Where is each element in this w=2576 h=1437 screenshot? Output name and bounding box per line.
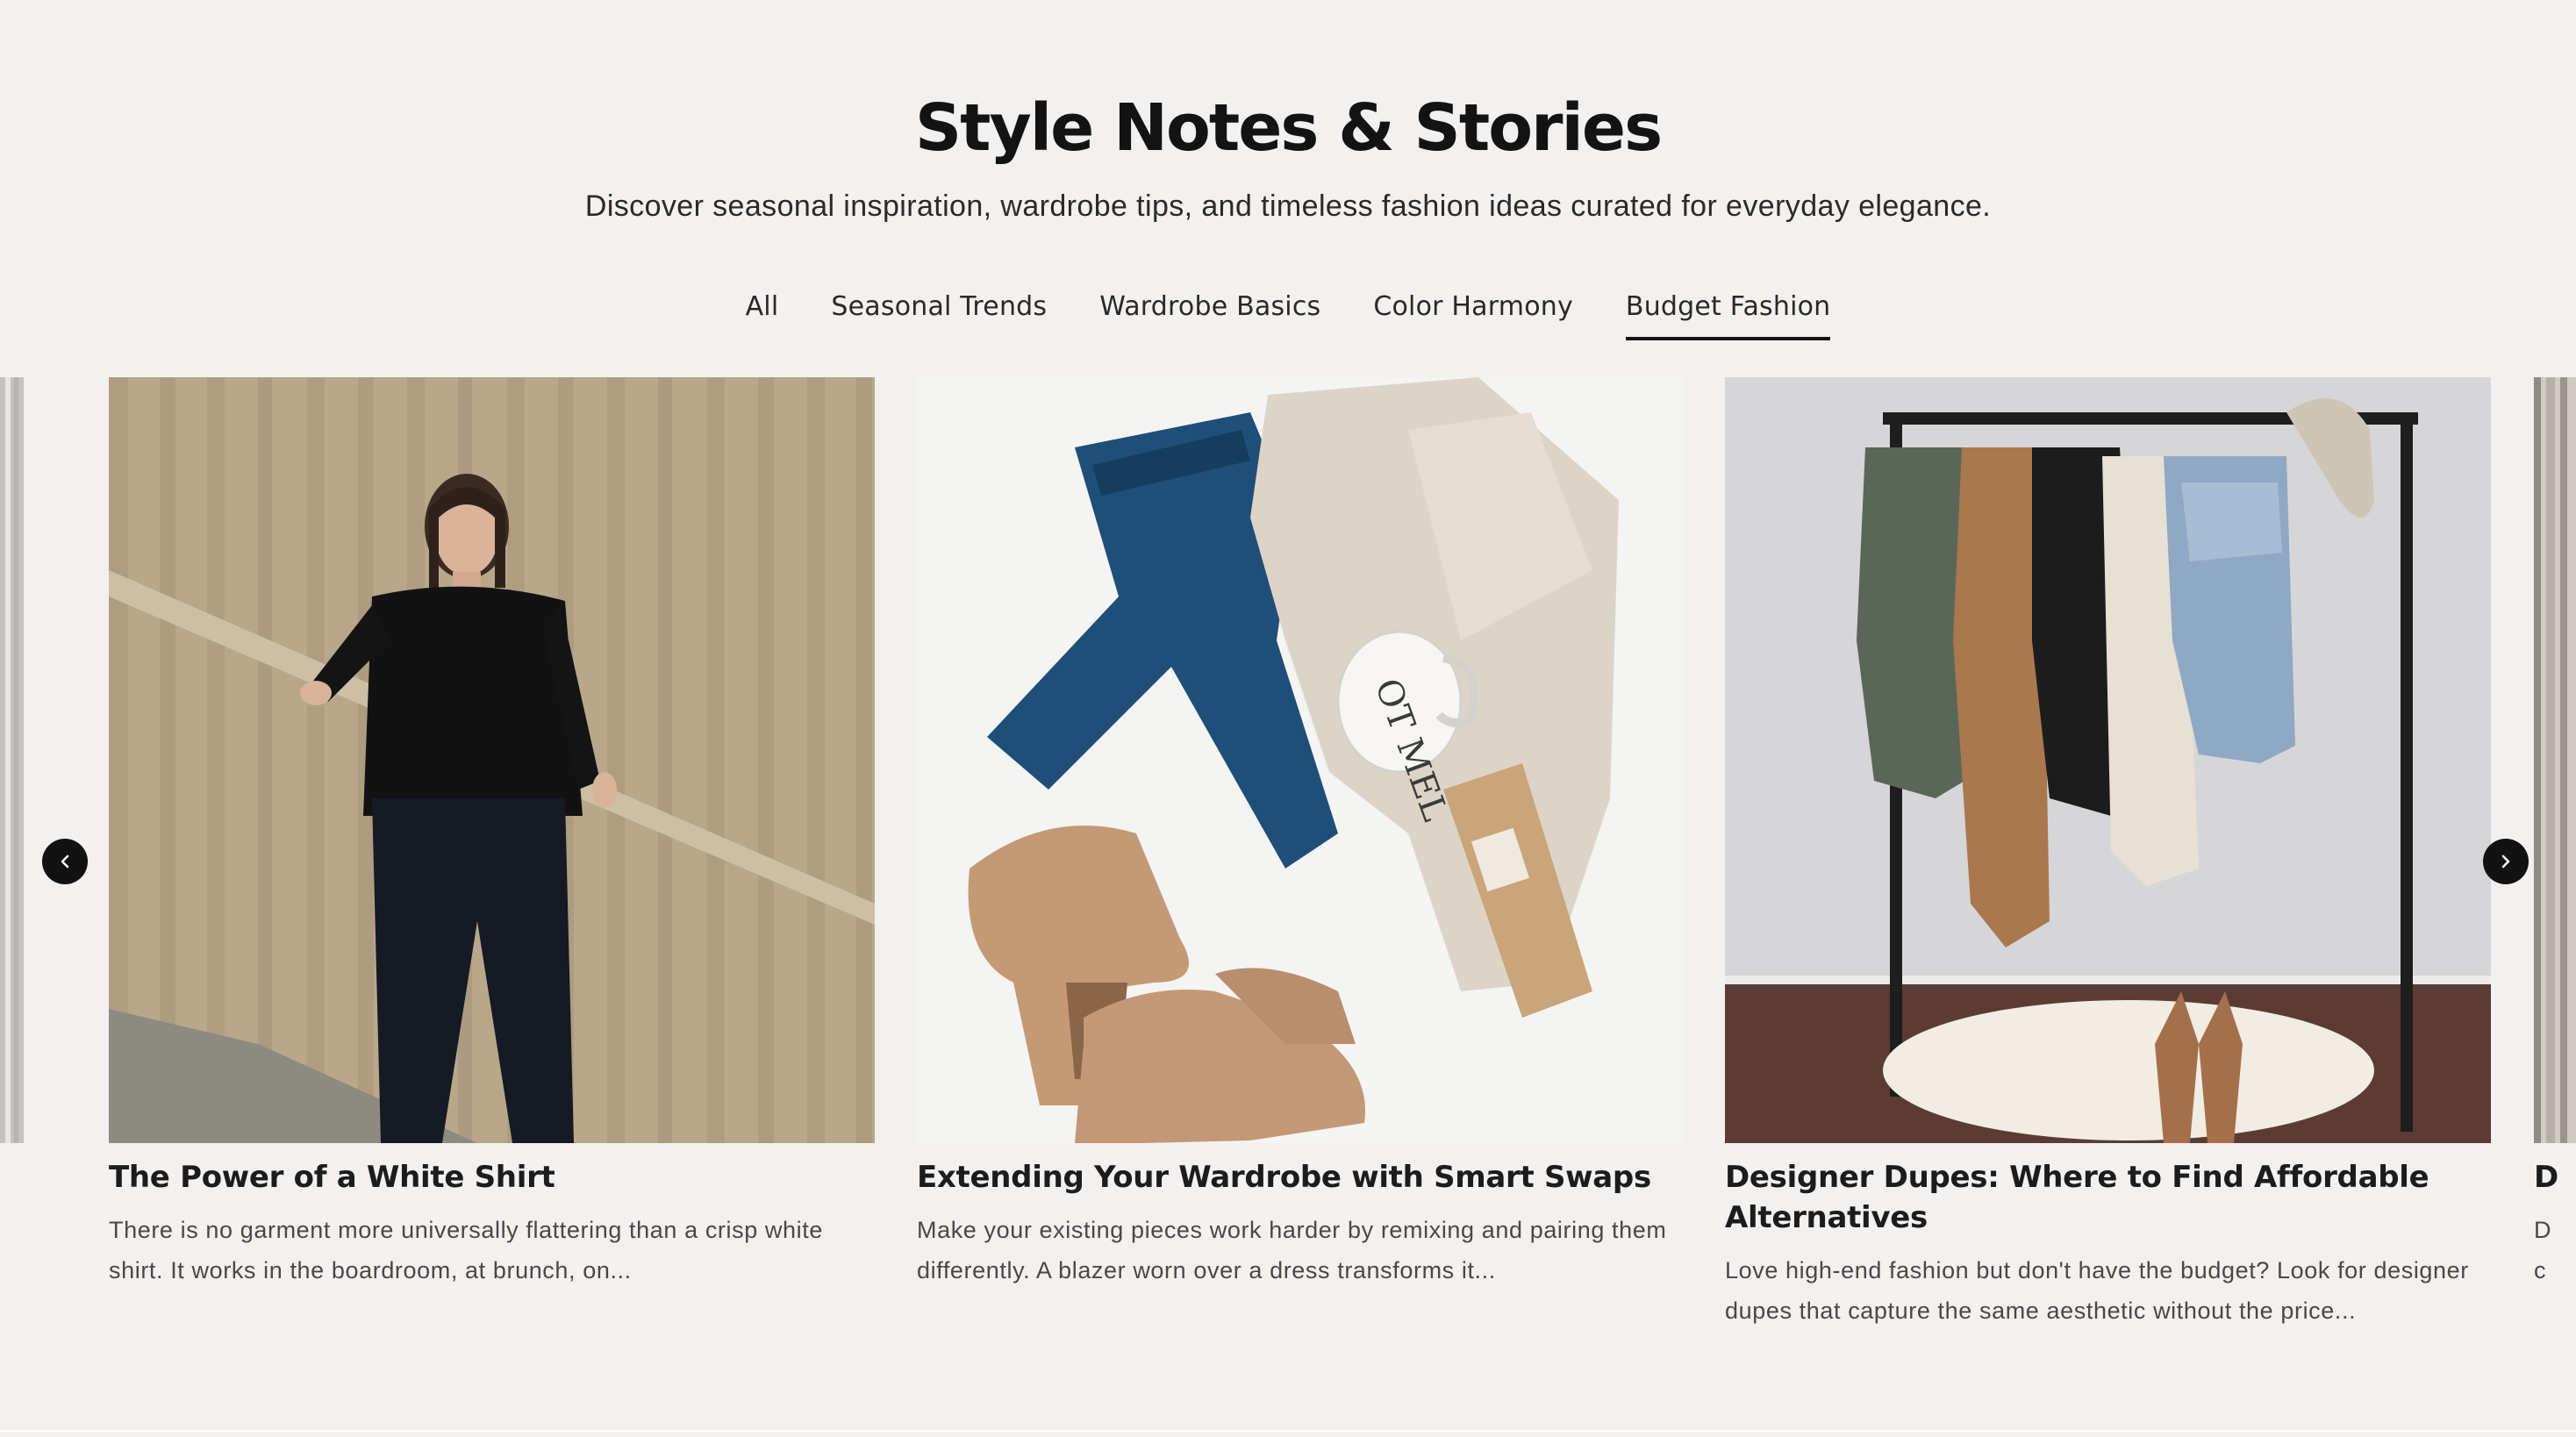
tab-color-harmony[interactable]: Color Harmony	[1373, 286, 1573, 340]
article-card-partial-prev[interactable]	[0, 377, 24, 1143]
tab-seasonal-trends[interactable]: Seasonal Trends	[831, 286, 1047, 340]
page-title: Style Notes & Stories	[914, 90, 1663, 166]
article-excerpt-partial: Dc	[2534, 1217, 2552, 1283]
article-title-partial[interactable]: D	[2534, 1157, 2576, 1198]
article-card[interactable]: OT MEL Extending Your Wardrobe with Smar…	[917, 377, 1683, 1290]
article-image-flatlay: OT MEL	[917, 377, 1683, 1143]
tab-all[interactable]: All	[746, 286, 779, 340]
section-divider	[0, 1430, 2576, 1432]
article-carousel: The Power of a White Shirt There is no g…	[0, 377, 2576, 1369]
article-image-partial-prev	[0, 377, 24, 1143]
article-title[interactable]: Extending Your Wardrobe with Smart Swaps	[917, 1157, 1683, 1198]
article-excerpt: Love high-end fashion but don't have the…	[1725, 1257, 2469, 1324]
chevron-right-icon	[2501, 854, 2510, 869]
article-excerpt: There is no garment more universally fla…	[109, 1217, 823, 1283]
category-tabs: All Seasonal Trends Wardrobe Basics Colo…	[0, 286, 2576, 340]
article-card[interactable]: Designer Dupes: Where to Find Affordable…	[1725, 377, 2491, 1331]
tab-wardrobe-basics[interactable]: Wardrobe Basics	[1099, 286, 1320, 340]
article-image-clothing-rack	[1725, 377, 2491, 1143]
article-excerpt: Make your existing pieces work harder by…	[917, 1217, 1667, 1283]
article-title[interactable]: The Power of a White Shirt	[109, 1157, 875, 1198]
article-image-woman-stairs	[109, 377, 875, 1143]
carousel-next-button[interactable]	[2483, 839, 2529, 884]
tab-budget-fashion[interactable]: Budget Fashion	[1625, 286, 1831, 340]
article-card-partial-next[interactable]: D Dc	[2534, 377, 2576, 1290]
chevron-left-icon	[61, 854, 69, 869]
carousel-prev-button[interactable]	[42, 839, 88, 884]
article-title[interactable]: Designer Dupes: Where to Find Affordable…	[1725, 1157, 2491, 1238]
article-image-partial-next	[2534, 377, 2576, 1143]
page-subtitle: Discover seasonal inspiration, wardrobe …	[584, 189, 1992, 223]
article-card[interactable]: The Power of a White Shirt There is no g…	[109, 377, 875, 1290]
